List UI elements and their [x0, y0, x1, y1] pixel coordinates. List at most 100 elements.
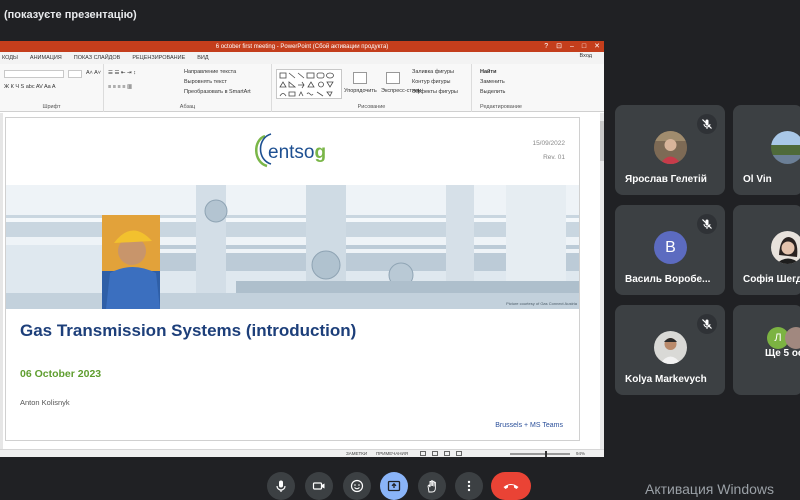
zoom-slider-knob[interactable] — [545, 451, 547, 457]
participant-name: Ще 5 ос — [765, 348, 800, 359]
slide-revision: Rev. 01 — [543, 154, 565, 161]
zoom-level[interactable]: 94% — [576, 451, 585, 456]
grow-font-icon[interactable]: A˄ A˅ — [86, 70, 101, 76]
presenting-banner: (показуєте презентацію) — [0, 0, 800, 30]
align-icons[interactable]: ≡ ≡ ≡ ≡ ▥ — [108, 84, 132, 90]
font-group-label: Шрифт — [42, 104, 61, 110]
mic-off-icon — [697, 314, 717, 334]
convert-smartart-button[interactable]: Преобразовать в SmartArt — [184, 89, 251, 95]
mic-button[interactable] — [267, 472, 295, 500]
emoji-button[interactable] — [343, 472, 371, 500]
vertical-scrollbar[interactable] — [600, 113, 604, 449]
mic-icon — [276, 480, 286, 492]
tab-codes[interactable]: КОДЫ — [2, 55, 18, 61]
slide-location: Brussels + MS Teams — [495, 422, 563, 429]
raise-hand-button[interactable] — [418, 472, 446, 500]
ribbon: A˄ A˅ Ж К Ч S abc AV Aa A Шрифт ☰ ☰ ⇤ ⇥ … — [0, 64, 604, 112]
participant-tile[interactable]: Ol Vin — [733, 105, 800, 195]
maximize-icon[interactable]: □ — [582, 41, 586, 52]
slide-meeting-date: 06 October 2023 — [20, 368, 102, 380]
pipeline-photo: Picture courtesy of Gas Connect Austria — [6, 185, 579, 309]
avatar — [654, 331, 687, 364]
drawing-group-label: Рисование — [357, 104, 386, 110]
camera-icon — [312, 482, 325, 490]
more-icon — [467, 480, 471, 492]
shape-outline-button[interactable]: Контур фигуры — [412, 79, 450, 85]
participant-tile[interactable]: В Василь Воробе... — [615, 205, 725, 295]
editing-group-label: Редактирование — [480, 104, 522, 110]
ribbon-tabs: КОДЫ АНИМАЦИЯ ПОКАЗ СЛАЙДОВ РЕЦЕНЗИРОВАН… — [0, 52, 604, 64]
find-button[interactable]: Найти — [480, 69, 497, 75]
select-button[interactable]: Выделить — [480, 89, 505, 95]
participant-tile[interactable]: Kolya Markevych — [615, 305, 725, 395]
scrollbar-thumb[interactable] — [600, 121, 604, 161]
photo-credit: Picture courtesy of Gas Connect Austria — [506, 301, 577, 306]
close-icon[interactable]: ✕ — [594, 41, 600, 52]
leave-call-button[interactable] — [491, 472, 531, 500]
present-icon — [387, 480, 401, 492]
ppt-window-title: 6 october first meeting - PowerPoint (Сб… — [215, 43, 389, 50]
participant-name: Ярослав Гелетій — [625, 174, 707, 185]
align-text-button[interactable]: Выровнять текст — [184, 79, 227, 85]
font-format-icons[interactable]: Ж К Ч S abc AV Aa A — [4, 84, 56, 90]
participant-name: Софія Шегд — [743, 274, 800, 285]
avatar — [654, 131, 687, 164]
help-icon[interactable]: ? — [544, 41, 548, 52]
avatar — [771, 131, 800, 164]
quick-styles-icon[interactable] — [386, 72, 400, 84]
arrange-icon[interactable] — [353, 72, 367, 84]
editing-group: Найти Заменить Выделить Редактирование — [474, 64, 528, 112]
slide-date: 15/09/2022 — [532, 140, 565, 147]
shape-effects-button[interactable]: Эффекты фигуры — [412, 89, 458, 95]
shapes-gallery[interactable] — [276, 69, 342, 99]
emoji-icon — [350, 479, 364, 493]
font-group: A˄ A˅ Ж К Ч S abc AV Aa A Шрифт — [0, 64, 104, 112]
tab-slideshow[interactable]: ПОКАЗ СЛАЙДОВ — [74, 55, 121, 61]
paragraph-group: ☰ ☰ ⇤ ⇥ ↕ ≡ ≡ ≡ ≡ ▥ Направление текста В… — [104, 64, 272, 112]
notes-button[interactable]: ЗАМЕТКИ — [346, 451, 367, 456]
view-buttons[interactable] — [420, 451, 500, 457]
arrange-button[interactable]: Упорядочить — [344, 88, 377, 94]
presenting-label: (показуєте презентацію) — [4, 9, 137, 21]
present-button[interactable] — [380, 472, 408, 500]
slide-canvas[interactable]: entsog 15/09/2022 Rev. 01 Picture courte… — [5, 117, 580, 441]
more-options-button[interactable] — [455, 472, 483, 500]
window-controls: ? ⊡ – □ ✕ — [544, 41, 600, 52]
tab-view[interactable]: ВИД — [197, 55, 208, 61]
svg-text:entsog: entsog — [268, 142, 326, 163]
minimize-icon[interactable]: – — [570, 41, 574, 52]
participant-tile[interactable]: Софія Шегд — [733, 205, 800, 295]
tab-review[interactable]: РЕЦЕНЗИРОВАНИЕ — [132, 55, 185, 61]
status-bar: ЗАМЕТКИ ПРИМЕЧАНИЯ 94% — [0, 449, 604, 457]
camera-button[interactable] — [305, 472, 333, 500]
leave-call-icon — [503, 484, 519, 489]
participant-name: Василь Воробе... — [625, 274, 711, 285]
mic-off-icon — [697, 214, 717, 234]
raise-hand-icon — [427, 480, 436, 493]
entsog-logo: entsog — [251, 130, 351, 172]
avatar — [771, 231, 800, 264]
slide-title: Gas Transmission Systems (introduction) — [20, 321, 357, 340]
avatar: В — [654, 231, 687, 264]
participant-tile[interactable]: Ярослав Гелетій — [615, 105, 725, 195]
comments-button[interactable]: ПРИМЕЧАНИЯ — [376, 451, 408, 456]
windows-activation-watermark: Активация Windows — [645, 481, 775, 497]
shared-screen-powerpoint: 6 october first meeting - PowerPoint (Сб… — [0, 41, 604, 457]
participant-name: Kolya Markevych — [625, 374, 707, 385]
text-direction-button[interactable]: Направление текста — [184, 69, 236, 75]
font-size-box[interactable] — [68, 70, 82, 78]
replace-button[interactable]: Заменить — [480, 79, 505, 85]
participant-name: Ol Vin — [743, 174, 772, 185]
zoom-slider[interactable] — [510, 453, 570, 455]
ribbon-options-icon[interactable]: ⊡ — [556, 41, 562, 52]
list-icons[interactable]: ☰ ☰ ⇤ ⇥ ↕ — [108, 70, 136, 76]
tab-animation[interactable]: АНИМАЦИЯ — [30, 55, 62, 61]
shape-fill-button[interactable]: Заливка фигуры — [412, 69, 454, 75]
paragraph-group-label: Абзац — [179, 104, 196, 110]
participant-tile-more[interactable]: Л Ще 5 ос — [733, 305, 800, 395]
ppt-title-bar: 6 october first meeting - PowerPoint (Сб… — [0, 41, 604, 52]
font-name-box[interactable] — [4, 70, 64, 78]
login-link[interactable]: Вход — [580, 53, 592, 59]
avatar-overflow — [785, 327, 800, 349]
slide-author: Anton Kolisnyk — [20, 398, 70, 407]
